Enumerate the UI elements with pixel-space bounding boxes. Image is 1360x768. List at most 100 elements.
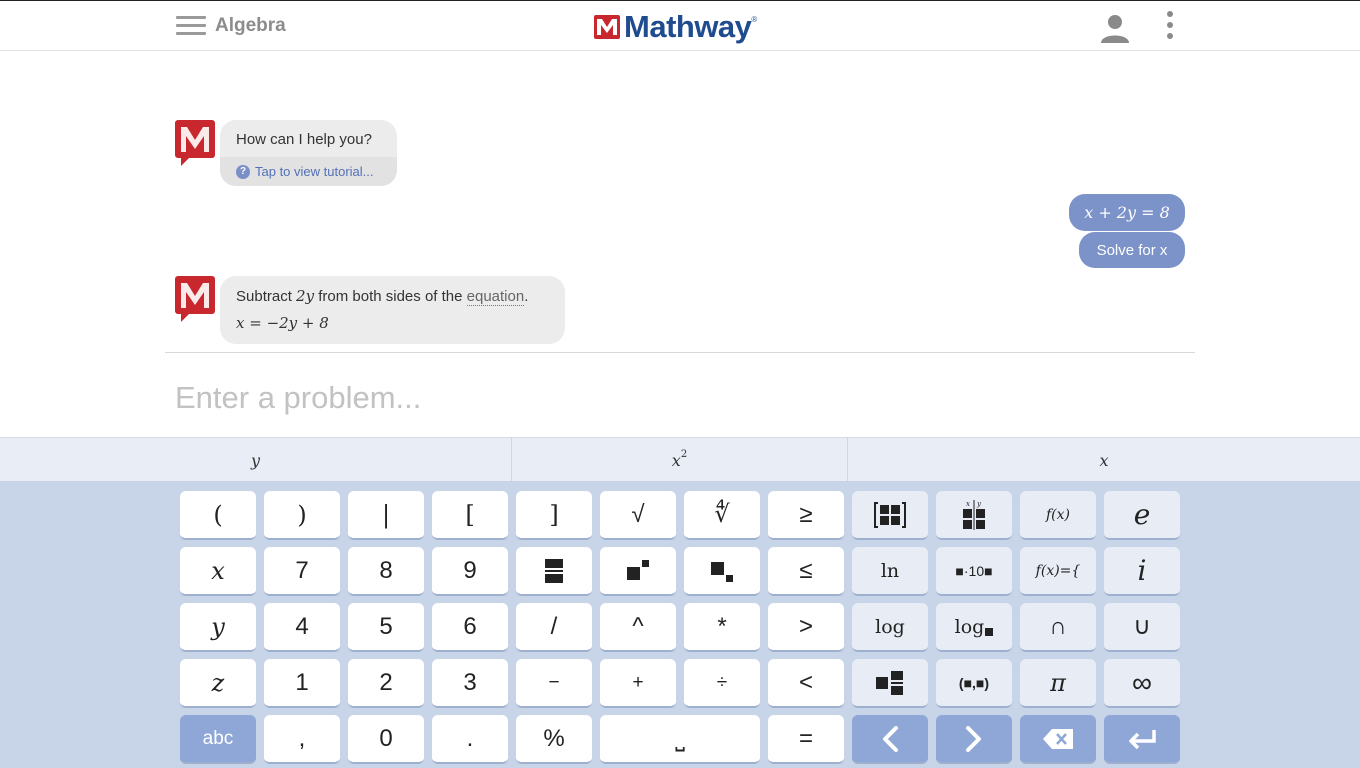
mathway-bot-avatar-icon [175, 120, 215, 166]
key-divide[interactable]: ÷ [684, 659, 760, 708]
key-function[interactable]: f(x) [1020, 491, 1096, 540]
log-base-label: log [954, 615, 985, 638]
key-less-equal[interactable]: ≤ [768, 547, 844, 596]
tutorial-link[interactable]: ? Tap to view tutorial... [236, 164, 374, 179]
key-6[interactable]: 6 [432, 603, 508, 652]
problem-input[interactable] [175, 373, 1075, 423]
logo-text: Mathway [624, 9, 752, 44]
key-cursor-right[interactable] [936, 715, 1012, 764]
key-absolute-value[interactable]: | [348, 491, 424, 540]
key-8[interactable]: 8 [348, 547, 424, 596]
equation-link[interactable]: equation [466, 288, 525, 306]
menu-icon[interactable] [176, 16, 206, 38]
key-equals[interactable]: = [768, 715, 844, 764]
backspace-icon [1043, 728, 1073, 749]
log-base-square-icon [985, 627, 994, 636]
key-5[interactable]: 5 [348, 603, 424, 652]
key-z[interactable]: z [180, 659, 256, 708]
user-task-bubble[interactable]: Solve for x [1079, 232, 1185, 268]
problem-input-area [165, 352, 1195, 438]
key-subscript[interactable] [684, 547, 760, 596]
chevron-left-icon [883, 725, 898, 752]
step-result: x = −2y + 8 [236, 314, 329, 332]
key-close-paren[interactable]: ) [264, 491, 340, 540]
key-square-root[interactable]: √ [600, 491, 676, 540]
key-union[interactable]: ∪ [1104, 603, 1180, 652]
key-log[interactable]: log [852, 603, 928, 652]
suggestion-y[interactable]: y [0, 438, 512, 482]
key-table[interactable]: xy [936, 491, 1012, 540]
key-2[interactable]: 2 [348, 659, 424, 708]
logo-trademark: ® [751, 15, 758, 24]
user-account-icon[interactable] [1099, 12, 1131, 44]
user-expression-bubble[interactable]: x + 2y = 8 [1069, 194, 1185, 231]
key-space[interactable]: ⎵ [600, 715, 760, 764]
key-mixed-fraction[interactable] [852, 659, 928, 708]
svg-text:y: y [976, 500, 982, 508]
key-minus[interactable]: − [516, 659, 592, 708]
key-caret[interactable]: ^ [600, 603, 676, 652]
key-pi[interactable]: π [1020, 659, 1096, 708]
step-middle: from both sides of the [314, 288, 467, 305]
key-fraction[interactable] [516, 547, 592, 596]
bot-step-bubble: Subtract 2y from both sides of the equat… [220, 276, 565, 344]
key-3[interactable]: 3 [432, 659, 508, 708]
user-expression: x + 2y = 8 [1084, 203, 1170, 222]
suggestion-x-squared[interactable]: x2 [512, 438, 848, 482]
step-text: Subtract 2y from both sides of the equat… [236, 287, 529, 306]
key-euler-e[interactable]: e [1104, 491, 1180, 540]
enter-return-icon [1129, 729, 1156, 749]
key-imaginary-i[interactable]: i [1104, 547, 1180, 596]
key-scientific-notation[interactable]: ■·10■ [936, 547, 1012, 596]
key-x[interactable]: x [180, 547, 256, 596]
more-options-icon[interactable] [1163, 11, 1177, 43]
key-interval[interactable]: (■,■) [936, 659, 1012, 708]
key-9[interactable]: 9 [432, 547, 508, 596]
fraction-icon [545, 558, 563, 583]
mixed-fraction-icon [876, 670, 903, 695]
key-cursor-left[interactable] [852, 715, 928, 764]
chevron-right-icon [966, 725, 981, 752]
matrix-icon [874, 501, 906, 528]
key-4[interactable]: 4 [264, 603, 340, 652]
key-matrix[interactable] [852, 491, 928, 540]
key-greater-than[interactable]: > [768, 603, 844, 652]
help-icon: ? [236, 164, 250, 179]
key-comma[interactable]: , [264, 715, 340, 764]
key-log-base[interactable]: log [936, 603, 1012, 652]
key-7[interactable]: 7 [264, 547, 340, 596]
key-ln[interactable]: ln [852, 547, 928, 596]
key-plus[interactable]: + [600, 659, 676, 708]
top-bar: Algebra Mathway ® [0, 1, 1360, 51]
step-suffix: . [524, 288, 529, 305]
key-y[interactable]: y [180, 603, 256, 652]
key-decimal[interactable]: . [432, 715, 508, 764]
math-keypad: ( ) | [ ] √ ∜ ≥ xy f(x) e x 7 8 9 ≤ ln ■… [0, 481, 1360, 768]
step-term: 2y [296, 287, 315, 305]
key-enter[interactable] [1104, 715, 1180, 764]
key-open-paren[interactable]: ( [180, 491, 256, 540]
mathway-logo-mark-icon [594, 15, 620, 39]
key-0[interactable]: 0 [348, 715, 424, 764]
key-greater-equal[interactable]: ≥ [768, 491, 844, 540]
key-less-than[interactable]: < [768, 659, 844, 708]
suggestion-x[interactable]: x [848, 438, 1360, 482]
key-exponent[interactable] [600, 547, 676, 596]
chat-area: How can I help you? ? Tap to view tutori… [165, 51, 1195, 353]
mathway-bot-avatar-icon [175, 276, 215, 322]
key-asterisk[interactable]: * [684, 603, 760, 652]
key-abc-keyboard[interactable]: abc [180, 715, 256, 764]
step-prefix: Subtract [236, 288, 297, 305]
subject-selector[interactable]: Algebra [215, 15, 286, 37]
key-backspace[interactable] [1020, 715, 1096, 764]
key-percent[interactable]: % [516, 715, 592, 764]
key-1[interactable]: 1 [264, 659, 340, 708]
key-close-bracket[interactable]: ] [516, 491, 592, 540]
key-piecewise[interactable]: f(x)={ [1020, 547, 1096, 596]
key-slash[interactable]: / [516, 603, 592, 652]
key-open-bracket[interactable]: [ [432, 491, 508, 540]
key-nth-root[interactable]: ∜ [684, 491, 760, 540]
key-infinity[interactable]: ∞ [1104, 659, 1180, 708]
user-task: Solve for x [1096, 241, 1168, 259]
key-intersection[interactable]: ∩ [1020, 603, 1096, 652]
